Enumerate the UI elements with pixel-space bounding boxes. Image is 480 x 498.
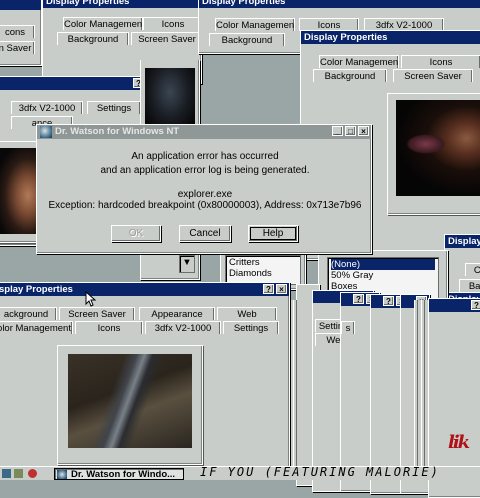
- window-title: splay Properties ? ×: [0, 283, 289, 296]
- cancel-button[interactable]: Cancel: [179, 225, 231, 242]
- list-item[interactable]: (None): [331, 259, 435, 270]
- message-line-2: and an application error log is being ge…: [100, 165, 310, 176]
- scrollbar[interactable]: ▼: [179, 255, 195, 273]
- photo-figures: [406, 134, 446, 154]
- message-line-4: Exception: hardcoded breakpoint (0x80000…: [48, 200, 362, 211]
- tab-web[interactable]: Web: [217, 307, 277, 320]
- tray-icon-3[interactable]: [28, 469, 37, 478]
- window-title: Display: [445, 235, 480, 248]
- dialog-title-bar: Dr. Watson for Windows NT _ □ ×: [37, 125, 371, 139]
- message-line-3: explorer.exe: [177, 189, 233, 200]
- display-properties-window-bottom: splay Properties ? × ackground Screen Sav…: [0, 282, 290, 468]
- tab-icons[interactable]: Icons: [143, 17, 201, 30]
- minimize-button[interactable]: _: [332, 126, 343, 136]
- window-title: ?×: [0, 77, 159, 90]
- tab-settings[interactable]: Settings: [223, 321, 279, 334]
- preview-image: [145, 68, 195, 128]
- maximize-button[interactable]: □: [345, 126, 356, 136]
- window-title: Display Properties: [199, 0, 480, 8]
- preview-image: [68, 354, 192, 448]
- tab-color-management[interactable]: olor Management: [0, 321, 73, 334]
- tab-appearance[interactable]: Appearance: [139, 307, 215, 320]
- tab-background[interactable]: Background: [313, 69, 387, 82]
- overlay-title: IF YOU (FEATURING MALORIE): [200, 465, 440, 479]
- tab-color-fragment[interactable]: Co: [465, 263, 480, 276]
- close-button[interactable]: ×: [358, 126, 369, 136]
- list-item[interactable]: Critters: [229, 257, 297, 268]
- tab-screensaver-fragment[interactable]: n Saver: [0, 41, 35, 54]
- tab-settings-fragment[interactable]: s: [341, 321, 355, 334]
- help-button[interactable]: ?: [471, 300, 480, 310]
- close-button[interactable]: ×: [276, 284, 287, 294]
- tab-icons[interactable]: Icons: [401, 55, 480, 68]
- help-button[interactable]: ?: [383, 296, 394, 306]
- tray-icon-2[interactable]: [14, 469, 23, 478]
- photo-figure: [90, 354, 166, 448]
- preview-image: [396, 100, 480, 196]
- monitor-preview: [387, 93, 480, 215]
- artist-logo: lik: [448, 432, 470, 453]
- tab-color-management[interactable]: Color Management: [319, 55, 399, 68]
- list-item[interactable]: 50% Gray: [331, 270, 435, 281]
- tab-icons[interactable]: Icons: [75, 321, 143, 334]
- taskbar-button-dr-watson[interactable]: Dr. Watson for Windo...: [54, 468, 184, 480]
- message-line-1: An application error has occurred: [131, 151, 279, 162]
- tab-background[interactable]: Background: [209, 33, 285, 46]
- tab-background[interactable]: Background: [57, 32, 129, 45]
- window-title: ?×: [429, 299, 480, 312]
- tab-settings[interactable]: Settings: [87, 101, 141, 114]
- tab-screensaver[interactable]: Screen Saver: [393, 69, 473, 82]
- tray-icon-1[interactable]: [2, 469, 11, 478]
- help-button[interactable]: ?: [263, 284, 274, 294]
- pattern-list[interactable]: Critters Diamonds: [225, 255, 301, 285]
- dr-watson-icon: [40, 126, 52, 138]
- ok-button[interactable]: OK: [111, 225, 161, 242]
- tab-icons-fragment[interactable]: cons: [0, 25, 35, 38]
- tab-color-management[interactable]: Color Management: [215, 18, 295, 31]
- window-title: [0, 0, 41, 10]
- tab-background-fragment[interactable]: Bac: [459, 279, 480, 292]
- window-title-text: splay Properties: [0, 284, 73, 295]
- tab-background[interactable]: ackground: [0, 307, 57, 320]
- dr-watson-icon: [57, 470, 67, 479]
- list-item[interactable]: Diamonds: [229, 268, 297, 279]
- tab-3dfx[interactable]: 3dfx V2-1000: [11, 101, 83, 114]
- window-title: Display Properties: [43, 0, 201, 8]
- tab-color-management[interactable]: Color Management: [63, 17, 143, 30]
- tab-3dfx[interactable]: 3dfx V2-1000: [145, 321, 221, 334]
- monitor-preview: [57, 345, 203, 465]
- window-title: Display Properties: [301, 31, 480, 44]
- tab-screensaver[interactable]: Screen Saver: [131, 32, 201, 45]
- help-button[interactable]: Help: [248, 225, 298, 242]
- help-button[interactable]: ?: [353, 294, 364, 304]
- dr-watson-dialog: Dr. Watson for Windows NT _ □ × An applica…: [36, 124, 372, 254]
- display-properties-window-topleft: cons n Saver: [0, 0, 42, 66]
- dialog-title: Dr. Watson for Windows NT: [55, 126, 180, 137]
- tab-screensaver[interactable]: Screen Saver: [59, 307, 135, 320]
- taskbar-button-label: Dr. Watson for Windo...: [71, 469, 176, 480]
- cursor-icon: [85, 291, 97, 307]
